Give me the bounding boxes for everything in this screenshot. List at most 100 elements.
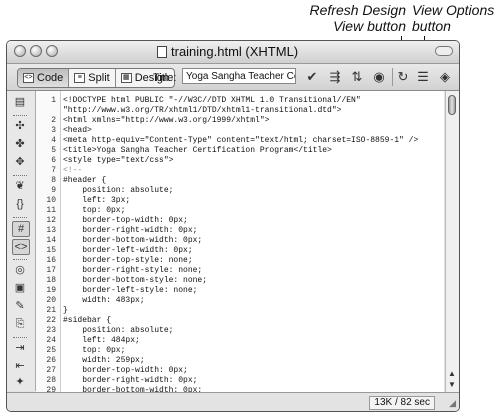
line-number: 13	[46, 226, 56, 235]
code-line: 28 border-right-width: 0px;	[36, 376, 444, 386]
code-line: 21}	[36, 306, 444, 316]
preview-browser-icon[interactable]: ⇶	[327, 69, 343, 84]
minimize-window-button[interactable]	[30, 45, 42, 57]
document-title-input[interactable]: Yoga Sangha Teacher Certificat	[182, 68, 296, 84]
code-line: 20 width: 483px;	[36, 296, 444, 306]
document-icon	[157, 45, 167, 58]
scrollbar-thumb[interactable]	[448, 95, 456, 115]
debug-icon[interactable]: ⇅	[349, 69, 365, 84]
line-number: 11	[46, 206, 56, 215]
line-number: 15	[46, 246, 56, 255]
code-text: position: absolute;	[63, 186, 174, 195]
code-line: 17 border-right-style: none;	[36, 266, 444, 276]
toolbar-toggle-button[interactable]	[435, 46, 453, 56]
callout-line: Refresh Design	[309, 2, 407, 18]
select-parent-tag-icon[interactable]: ❦	[12, 179, 28, 193]
callout-line: View button	[333, 18, 406, 34]
code-text: border-left-width: 0px;	[63, 246, 193, 255]
collapse-tag-icon[interactable]: ✣	[12, 119, 28, 133]
remove-comment-icon[interactable]: ✎	[12, 299, 28, 313]
view-options-icon[interactable]: ☰	[415, 69, 431, 84]
format-source-icon[interactable]: ✦	[12, 375, 28, 389]
code-text: #sidebar {	[63, 316, 112, 325]
code-line: 24 left: 484px;	[36, 336, 444, 346]
code-view-label: Code	[37, 72, 64, 84]
document-toolbar: <> Code ≡ Split ▦ Design Title: Yoga San…	[7, 64, 459, 91]
code-line: 2 <html xmlns="http://www.w3.org/1999/xht…	[36, 116, 444, 126]
code-text: border-top-width: 0px;	[63, 366, 188, 375]
open-documents-icon[interactable]: ▤	[12, 95, 28, 109]
code-line: "http://www.w3.org/TR/xhtml1/DTD/xhtml1-…	[36, 106, 444, 116]
coding-toolbar: ▤ ✣ ✤ ✥ ❦ {} # <> ◎ ▣ ✎ ⎘ ⇥ ⇤ ✦	[7, 91, 36, 391]
line-number: 6	[51, 156, 56, 165]
scroll-up-arrow-icon[interactable]: ▲	[448, 369, 456, 378]
line-number: 8	[51, 176, 56, 185]
code-text: left: 3px;	[63, 196, 131, 205]
code-text: top: 0px;	[63, 206, 126, 215]
window-title-text: training.html (XHTML)	[171, 44, 299, 59]
split-view-icon: ≡	[74, 73, 86, 83]
editor-window: training.html (XHTML) <> Code ≡ Split ▦ …	[6, 40, 460, 412]
visual-aids-eye-icon[interactable]: ◈	[437, 69, 453, 84]
indent-icon[interactable]: ⇥	[12, 341, 28, 355]
line-number: 5	[51, 146, 56, 155]
code-line: 10 left: 3px;	[36, 196, 444, 206]
refresh-design-view-callout: Refresh Design View button	[298, 2, 407, 34]
expand-all-icon[interactable]: ✥	[12, 155, 28, 169]
code-text: }	[63, 306, 68, 315]
code-line: 13 border-right-width: 0px;	[36, 226, 444, 236]
line-number: 24	[46, 336, 56, 345]
syntax-coloring-icon[interactable]: ◎	[12, 263, 28, 277]
code-line: 19 border-left-style: none;	[36, 286, 444, 296]
balance-braces-icon[interactable]: {}	[12, 197, 28, 211]
close-window-button[interactable]	[14, 45, 26, 57]
line-number: 22	[46, 316, 56, 325]
apply-comment-icon[interactable]: ▣	[12, 281, 28, 295]
code-text: top: 0px;	[63, 346, 126, 355]
code-line: 23 position: absolute;	[36, 326, 444, 336]
code-line: 15 border-left-width: 0px;	[36, 246, 444, 256]
refresh-icon[interactable]: ↻	[396, 69, 410, 84]
window-title: training.html (XHTML)	[157, 44, 298, 59]
view-options-callout: View Options button	[412, 2, 500, 34]
code-line: 4 <meta http-equiv="Content-Type" content…	[36, 136, 444, 146]
code-line: 8 #header {	[36, 176, 444, 186]
wrap-tag-icon[interactable]: ⎘	[12, 317, 28, 331]
callout-line: View Options	[412, 2, 495, 18]
zoom-window-button[interactable]	[46, 45, 58, 57]
split-view-label: Split	[88, 72, 110, 84]
outdent-icon[interactable]: ⇤	[12, 359, 28, 373]
code-text: <meta http-equiv="Content-Type" content=…	[63, 136, 419, 145]
line-numbers-icon[interactable]: #	[12, 221, 30, 237]
split-view-button[interactable]: ≡ Split	[69, 69, 116, 87]
line-number: 25	[46, 346, 56, 355]
design-view-icon: ▦	[120, 73, 132, 83]
title-bar[interactable]: training.html (XHTML)	[7, 41, 459, 64]
code-text: <!DOCTYPE html PUBLIC "-//W3C//DTD XHTML…	[63, 96, 361, 105]
view-mode-switcher: <> Code ≡ Split ▦ Design	[17, 68, 175, 88]
line-number: 18	[46, 276, 56, 285]
line-number: 9	[51, 186, 56, 195]
code-view-button[interactable]: <> Code	[18, 69, 70, 87]
toolbar-divider	[392, 68, 393, 86]
code-line: 3 <head>	[36, 126, 444, 136]
code-line: 7 <!--	[36, 166, 444, 176]
line-number: 1	[51, 96, 56, 105]
line-number: 17	[46, 266, 56, 275]
highlight-invalid-icon[interactable]: <>	[12, 239, 30, 255]
resize-grip-icon[interactable]: ◢	[449, 398, 456, 409]
code-text: #header {	[63, 176, 107, 185]
visual-aids-icon[interactable]: ◉	[371, 69, 387, 84]
line-number: 27	[46, 366, 56, 375]
code-editor[interactable]: 1 <!DOCTYPE html PUBLIC "-//W3C//DTD XHTM…	[36, 91, 444, 392]
code-line: 11 top: 0px;	[36, 206, 444, 216]
code-text: border-top-style: none;	[63, 256, 193, 265]
code-text: <title>Yoga Sangha Teacher Certification…	[63, 146, 332, 155]
file-management-icon[interactable]: ✔	[303, 69, 321, 84]
line-number: 21	[46, 306, 56, 315]
code-view-icon: <>	[23, 73, 34, 83]
vertical-scrollbar[interactable]: ▲ ▼	[445, 91, 459, 392]
code-text: border-right-style: none;	[63, 266, 203, 275]
scroll-down-arrow-icon[interactable]: ▼	[448, 380, 456, 389]
collapse-selection-icon[interactable]: ✤	[12, 137, 28, 151]
